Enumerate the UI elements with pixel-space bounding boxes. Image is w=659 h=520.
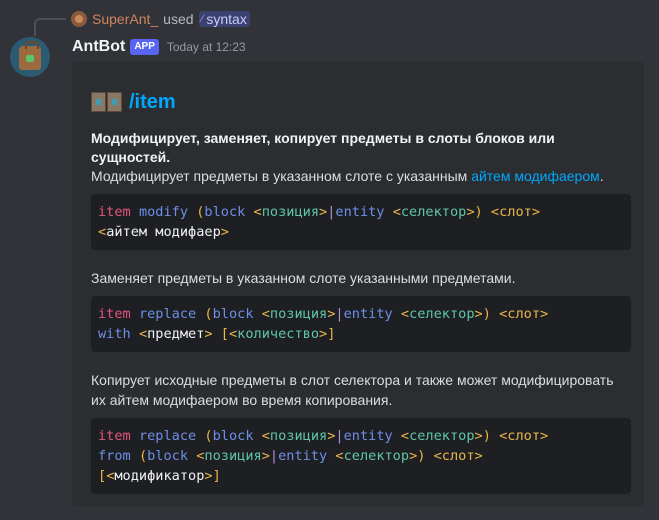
description-end: .: [599, 168, 604, 184]
code-token: (: [204, 428, 213, 444]
code-token: <: [335, 448, 344, 464]
code-token: block: [212, 428, 254, 444]
code-token: [: [98, 468, 107, 484]
item-slots-icon: [91, 92, 123, 112]
backpack-icon: [19, 41, 41, 70]
code-token: entity: [335, 204, 385, 220]
code-token: позиция: [269, 306, 328, 322]
code-token: <: [400, 428, 410, 444]
code-token: позиция: [269, 428, 328, 444]
copy-description: Копирует исходные предметы в слот селект…: [91, 372, 614, 408]
reply-connector: [34, 18, 66, 36]
code-token: |: [269, 448, 279, 464]
code-token: <слот>: [490, 204, 541, 220]
reply-avatar[interactable]: [71, 11, 87, 27]
message-header: AntBot APP Today at 12:23: [72, 37, 246, 57]
code-token: item: [98, 204, 131, 220]
embed-bold-description: Модифицирует, заменяет, копирует предмет…: [91, 130, 555, 165]
embed-card: /item Модифицирует, заменяет, копирует п…: [72, 62, 644, 506]
code-token: entity: [278, 448, 328, 464]
code-token: ]: [327, 326, 336, 342]
code-token: >: [474, 306, 483, 322]
code-token: <слот>: [499, 428, 549, 444]
command-mention[interactable]: ⁄ syntax: [198, 11, 250, 27]
code-token: block: [147, 448, 189, 464]
code-token: <: [253, 204, 262, 220]
description-text: Модифицирует предметы в указанном слоте …: [91, 168, 472, 184]
code-token: >: [204, 468, 213, 484]
code-token: <слот>: [499, 306, 549, 322]
code-token: позиция: [261, 204, 320, 220]
code-token: >: [466, 204, 475, 220]
code-token: ]: [212, 468, 221, 484]
code-token: block: [212, 306, 254, 322]
code-token: предмет: [147, 326, 205, 342]
replace-description: Заменяет предметы в указанном слоте указ…: [91, 270, 516, 286]
code-token: селектор: [409, 306, 475, 322]
code-token: селектор: [343, 448, 410, 464]
slash-command-icon: ⁄: [201, 13, 204, 25]
code-token: |: [335, 428, 344, 444]
code-token: >: [204, 326, 213, 342]
code-block-replace[interactable]: item replace (block <позиция>|entity <се…: [91, 296, 631, 352]
code-block-modify[interactable]: item modify (block <позиция>|entity <сел…: [91, 194, 631, 250]
code-token: айтем модифаер: [106, 224, 221, 240]
code-token: >: [319, 204, 328, 220]
code-token: (: [204, 306, 213, 322]
code-token: >: [220, 224, 229, 240]
code-token: with: [98, 326, 131, 342]
code-token: replace: [138, 306, 197, 322]
code-token: >: [261, 448, 270, 464]
code-token: селектор: [409, 428, 475, 444]
code-token: <: [261, 306, 270, 322]
command-name: syntax: [206, 11, 247, 27]
code-token: [: [220, 326, 229, 342]
code-token: ): [417, 448, 426, 464]
code-token: ): [474, 204, 483, 220]
code-token: <: [392, 204, 401, 220]
code-token: item: [98, 306, 131, 322]
code-token: <: [261, 428, 270, 444]
code-token: (: [138, 448, 148, 464]
code-token: <: [98, 224, 107, 240]
code-token: modify: [138, 204, 189, 220]
embed-title-row: /item: [91, 90, 631, 114]
code-token: <: [400, 306, 410, 322]
code-token: модификатор: [114, 468, 205, 484]
code-token: позиция: [204, 448, 262, 464]
code-block-copy[interactable]: item replace (block <позиция>|entity <се…: [91, 418, 631, 494]
message-timestamp[interactable]: Today at 12:23: [167, 40, 246, 54]
code-token: ): [482, 306, 491, 322]
embed-description: Модифицирует предметы в указанном слоте …: [91, 167, 631, 186]
code-token: ): [482, 428, 491, 444]
code-token: |: [335, 306, 344, 322]
code-token: селектор: [400, 204, 467, 220]
reply-used-label: used: [163, 11, 194, 27]
item-modifier-link[interactable]: айтем модифаером: [471, 168, 600, 184]
code-token: <: [228, 326, 238, 342]
author-avatar[interactable]: [10, 37, 50, 77]
app-badge: APP: [130, 39, 159, 55]
code-token: >: [319, 326, 328, 342]
code-token: replace: [138, 428, 197, 444]
author-name[interactable]: AntBot: [72, 38, 125, 56]
code-token: block: [204, 204, 246, 220]
reply-context[interactable]: SuperAnt_ used ⁄ syntax: [71, 9, 250, 29]
code-token: entity: [343, 428, 393, 444]
code-token: >: [474, 428, 483, 444]
code-token: количество: [237, 326, 320, 342]
code-token: entity: [343, 306, 393, 322]
reply-username[interactable]: SuperAnt_: [92, 11, 158, 27]
embed-title: /item: [129, 90, 176, 113]
code-token: from: [98, 448, 131, 464]
code-token: item: [98, 428, 131, 444]
code-token: <слот>: [433, 448, 483, 464]
code-token: <: [138, 326, 148, 342]
